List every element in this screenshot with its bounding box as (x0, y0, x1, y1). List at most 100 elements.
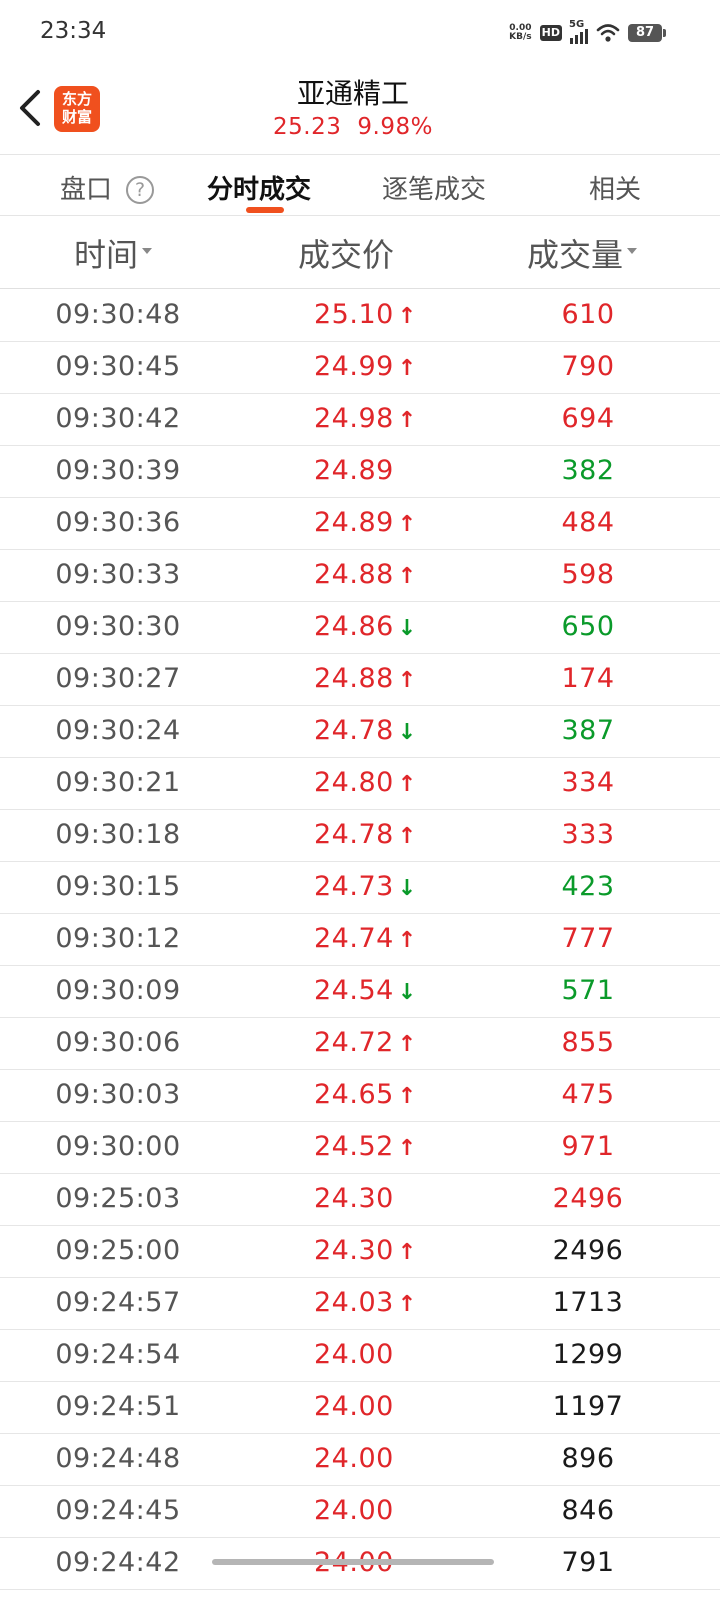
trade-time: 09:30:12 (55, 923, 181, 954)
trade-volume: 1713 (552, 1287, 624, 1318)
trade-price-cell: 24.88 ↑ (314, 559, 417, 590)
trade-volume: 896 (561, 1443, 615, 1474)
arrow-up-icon: ↑ (397, 668, 417, 693)
trade-price: 24.30 (314, 1235, 394, 1266)
stock-price: 25.23 (273, 114, 342, 140)
trade-price-cell: 24.00 (314, 1443, 394, 1474)
trade-list[interactable]: 09:30:48 25.10 ↑ 610 09:30:45 24.99 ↑ 790 09:30:… (0, 290, 720, 1590)
trade-price-cell: 24.86 ↓ (314, 611, 417, 642)
arrow-up-icon: ↑ (397, 1032, 417, 1057)
trade-row: 09:25:03 24.30 2496 (0, 1174, 720, 1226)
status-time: 23:34 (40, 18, 107, 44)
trade-price-cell: 24.30 ↑ (314, 1235, 417, 1266)
trade-row: 09:30:27 24.88 ↑ 174 (0, 654, 720, 706)
trade-volume: 333 (561, 819, 615, 850)
network-type: 5G (569, 19, 585, 30)
trade-price: 24.78 (314, 819, 394, 850)
stock-header: 东方 财富 亚通精工 25.23 9.98% (0, 66, 720, 154)
trade-time: 09:30:36 (55, 507, 181, 538)
trade-price: 24.65 (314, 1079, 394, 1110)
trade-price-cell: 24.00 (314, 1391, 394, 1422)
trade-row: 09:24:51 24.00 1197 (0, 1382, 720, 1434)
trade-time: 09:24:54 (55, 1339, 181, 1370)
trade-price-cell: 25.10 ↑ (314, 299, 417, 330)
trade-volume: 2496 (552, 1235, 624, 1266)
stock-quote: 25.23 9.98% (0, 114, 706, 140)
trade-price: 24.86 (314, 611, 394, 642)
tab-order-book[interactable]: 盘口? (60, 169, 155, 206)
trade-price-cell: 24.72 ↑ (314, 1027, 417, 1058)
trade-price-cell: 24.65 ↑ (314, 1079, 417, 1110)
home-indicator[interactable] (212, 1559, 494, 1565)
trade-row: 09:25:00 24.30 ↑ 2496 (0, 1226, 720, 1278)
arrow-up-icon: ↑ (397, 824, 417, 849)
trade-time: 09:24:45 (55, 1495, 181, 1526)
trade-time: 09:30:30 (55, 611, 181, 642)
trade-volume: 334 (561, 767, 615, 798)
trade-volume: 571 (561, 975, 615, 1006)
trade-volume: 598 (561, 559, 615, 590)
trade-price-cell: 24.99 ↑ (314, 351, 417, 382)
trade-row: 09:30:30 24.86 ↓ 650 (0, 602, 720, 654)
trade-price: 24.88 (314, 663, 394, 694)
trade-volume: 475 (561, 1079, 615, 1110)
trade-row: 09:30:39 24.89 382 (0, 446, 720, 498)
battery-icon: 87 (628, 24, 666, 42)
trade-row: 09:30:42 24.98 ↑ 694 (0, 394, 720, 446)
trade-time: 09:30:33 (55, 559, 181, 590)
trade-row: 09:30:06 24.72 ↑ 855 (0, 1018, 720, 1070)
arrow-down-icon: ↓ (397, 720, 417, 745)
trade-price: 24.54 (314, 975, 394, 1006)
trade-row: 09:30:00 24.52 ↑ 971 (0, 1122, 720, 1174)
trade-time: 09:30:39 (55, 455, 181, 486)
arrow-up-icon: ↑ (397, 408, 417, 433)
trade-price-cell: 24.74 ↑ (314, 923, 417, 954)
trade-row: 09:30:03 24.65 ↑ 475 (0, 1070, 720, 1122)
trade-price-cell: 24.73 ↓ (314, 871, 417, 902)
trade-price-cell: 24.98 ↑ (314, 403, 417, 434)
trade-price-cell: 24.03 ↑ (314, 1287, 417, 1318)
time-column-header[interactable]: 时间 (74, 230, 153, 276)
price-column-label: 成交价 (298, 236, 395, 274)
trade-row: 09:24:54 24.00 1299 (0, 1330, 720, 1382)
trade-volume: 846 (561, 1495, 615, 1526)
tab-label: 盘口 (60, 175, 113, 205)
tab-tick-trades[interactable]: 逐笔成交 (382, 169, 486, 206)
trade-time: 09:24:57 (55, 1287, 181, 1318)
volume-column-label: 成交量 (527, 236, 624, 274)
status-bar: 23:34 0.00 KB/s HD 5G 87 (0, 0, 720, 66)
trade-price: 24.00 (314, 1339, 394, 1370)
trade-volume: 777 (561, 923, 615, 954)
trade-time: 09:25:00 (55, 1235, 181, 1266)
trade-volume: 791 (561, 1547, 615, 1578)
net-speed-unit: KB/s (509, 32, 532, 42)
stock-change-pct: 9.98% (357, 114, 433, 140)
sort-caret-icon (627, 248, 638, 254)
trade-volume: 650 (561, 611, 615, 642)
trade-volume: 484 (561, 507, 615, 538)
trade-row: 09:24:48 24.00 896 (0, 1434, 720, 1486)
trade-price: 24.00 (314, 1495, 394, 1526)
tab-related[interactable]: 相关 (589, 169, 641, 206)
trade-price-cell: 24.52 ↑ (314, 1131, 417, 1162)
wifi-icon (596, 24, 620, 42)
tab-label: 逐笔成交 (382, 175, 487, 205)
trade-price-cell: 24.80 ↑ (314, 767, 417, 798)
trade-row: 09:30:36 24.89 ↑ 484 (0, 498, 720, 550)
trade-volume: 610 (561, 299, 615, 330)
trade-price-cell: 24.78 ↓ (314, 715, 417, 746)
trade-price-cell: 24.00 (314, 1495, 394, 1526)
trade-time: 09:30:45 (55, 351, 181, 382)
tab-time-sales[interactable]: 分时成交 (207, 169, 311, 206)
trade-time: 09:30:00 (55, 1131, 181, 1162)
arrow-up-icon: ↑ (397, 772, 417, 797)
volume-column-header[interactable]: 成交量 (527, 230, 638, 276)
trade-row: 09:30:33 24.88 ↑ 598 (0, 550, 720, 602)
trade-price: 24.78 (314, 715, 394, 746)
trade-volume: 382 (561, 455, 615, 486)
column-header: 时间 成交价 成交量 (0, 216, 720, 289)
trade-volume: 855 (561, 1027, 615, 1058)
trade-price: 24.03 (314, 1287, 394, 1318)
arrow-down-icon: ↓ (397, 616, 417, 641)
help-icon[interactable]: ? (126, 176, 155, 204)
